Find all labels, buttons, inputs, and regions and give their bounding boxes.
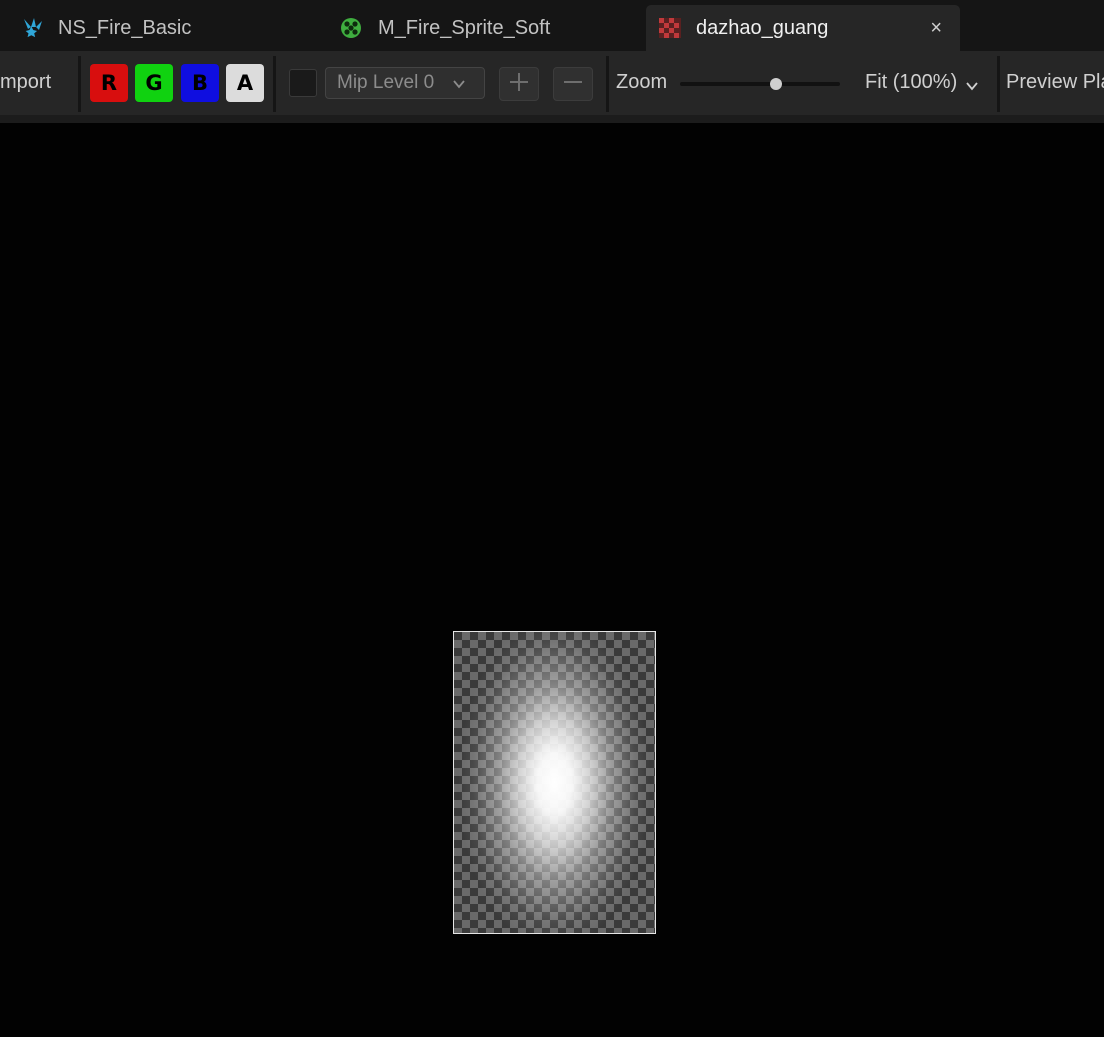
texture-toolbar: mport R G B A Mip Level 0 Zoom Fit (100%… [0,51,1104,115]
blue-channel-toggle[interactable]: B [181,64,219,102]
chevron-down-icon [965,76,979,90]
close-icon[interactable]: × [930,16,942,40]
green-channel-toggle[interactable]: G [135,64,173,102]
toolbar-separator [273,56,276,112]
texture-icon [658,15,684,41]
alpha-channel-toggle[interactable]: A [226,64,264,102]
chevron-down-icon [452,75,466,89]
mip-decrease-button[interactable] [553,67,593,101]
red-channel-toggle[interactable]: R [90,64,128,102]
toolbar-separator [78,56,81,112]
mip-level-checkbox[interactable] [289,69,317,97]
toolbar-separator [606,56,609,112]
niagara-system-icon [20,15,46,41]
zoom-label: Zoom [616,71,668,93]
toolbar-divider [0,115,1104,123]
minus-icon [563,72,583,97]
zoom-fit-value: Fit (100%) [865,71,958,93]
toolbar-separator [997,56,1000,112]
mip-level-dropdown[interactable]: Mip Level 0 [325,67,485,99]
tab-ns-fire-basic[interactable]: NS_Fire_Basic [20,5,320,51]
tab-label: NS_Fire_Basic [58,16,192,39]
mip-increase-button[interactable] [499,67,539,101]
texture-glow-image [454,632,655,933]
import-button[interactable]: mport [0,71,51,94]
tab-label: M_Fire_Sprite_Soft [378,16,551,39]
texture-preview [453,631,656,934]
mip-level-value: Mip Level 0 [337,72,435,93]
preview-placement-dropdown[interactable]: Preview Pla [1006,71,1104,94]
plus-icon [509,72,529,97]
tab-label: dazhao_guang [696,16,829,39]
zoom-slider[interactable] [680,78,840,90]
tab-dazhao-guang[interactable]: dazhao_guang × [646,5,960,51]
tab-m-fire-sprite-soft[interactable]: M_Fire_Sprite_Soft [340,5,640,51]
tab-bar: NS_Fire_Basic M_Fire_Sprite_Soft dazhao_… [0,0,1104,51]
material-icon [340,15,366,41]
zoom-fit-dropdown[interactable]: Fit (100%) [865,71,979,94]
zoom-slider-handle[interactable] [770,78,782,90]
